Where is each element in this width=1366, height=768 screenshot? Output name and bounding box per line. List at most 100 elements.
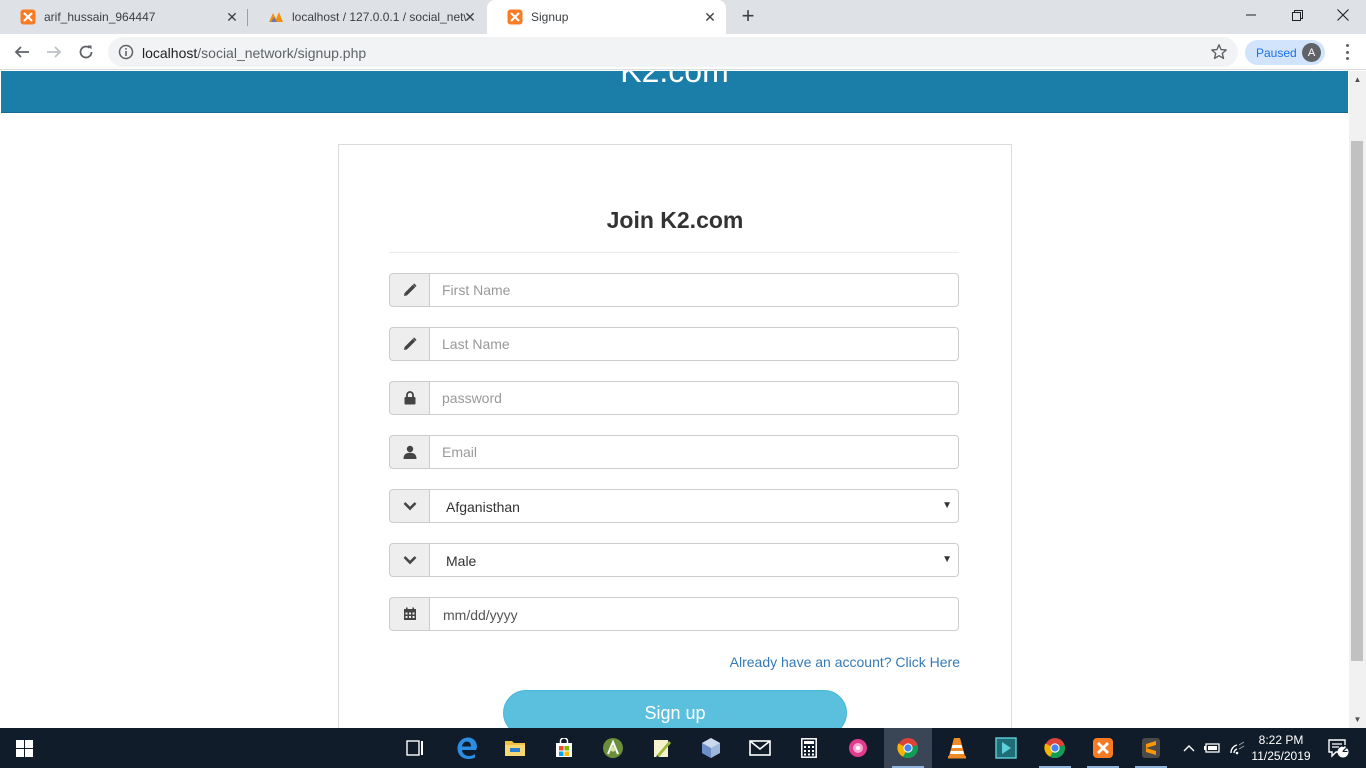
password-group <box>389 381 959 415</box>
url-path: /social_network/signup.php <box>197 45 367 61</box>
browser-toolbar: localhost/social_network/signup.php Paus… <box>0 34 1366 70</box>
system-clock[interactable]: 8:22 PM 11/25/2019 <box>1246 732 1316 764</box>
windows-taskbar: 8:22 PM 11/25/2019 2 <box>0 728 1366 768</box>
restore-icon <box>1291 9 1303 21</box>
signup-panel: Join K2.com First Name Last Name Email A… <box>338 144 1012 728</box>
back-button[interactable] <box>8 38 36 66</box>
sublime-text-icon[interactable] <box>1127 728 1175 768</box>
paint-app-icon[interactable] <box>834 728 882 768</box>
phpmyadmin-icon <box>268 9 284 25</box>
notepad-icon[interactable] <box>638 728 686 768</box>
country-value: Afganisthan <box>446 499 520 515</box>
new-tab-button[interactable]: + <box>736 5 760 29</box>
menu-dots-icon[interactable] <box>1339 42 1355 62</box>
info-icon[interactable] <box>118 44 134 65</box>
dob-input[interactable]: mm/dd/yyyy <box>429 597 959 631</box>
profile-paused-button[interactable]: Paused A <box>1245 40 1325 65</box>
android-studio-icon[interactable] <box>589 728 637 768</box>
dropdown-arrow-icon: ▼ <box>942 554 952 565</box>
first-name-input[interactable] <box>429 273 959 307</box>
chrome-taskbar-icon[interactable] <box>884 728 932 768</box>
wifi-icon[interactable] <box>1226 728 1248 768</box>
site-brand[interactable]: K2.com <box>1 71 1348 90</box>
arrow-right-icon <box>47 46 62 58</box>
gender-group: Male ▼ <box>389 543 959 577</box>
battery-icon[interactable] <box>1201 728 1223 768</box>
last-name-input[interactable] <box>429 327 959 361</box>
url-text: localhost/social_network/signup.php <box>142 45 366 61</box>
minimize-icon <box>1246 14 1256 16</box>
pencil-icon <box>389 273 429 307</box>
notification-count: 2 <box>1342 744 1348 755</box>
avatar: A <box>1302 43 1321 62</box>
tab-arif-hussain[interactable]: arif_hussain_964447 ✕ <box>0 0 248 34</box>
tab-title: Signup <box>531 10 569 24</box>
minimize-button[interactable] <box>1228 0 1274 30</box>
reload-icon <box>79 45 93 59</box>
url-host: localhost <box>142 45 198 61</box>
login-link[interactable]: Already have an account? Click Here <box>730 654 960 670</box>
scroll-down-arrow-icon[interactable]: ▼ <box>1349 711 1366 728</box>
form-heading: Join K2.com <box>606 207 744 233</box>
file-explorer-icon[interactable] <box>491 728 539 768</box>
dob-group: mm/dd/yyyy <box>389 597 959 631</box>
action-center-button[interactable]: 2 <box>1320 728 1356 768</box>
close-icon[interactable]: ✕ <box>702 9 718 25</box>
scroll-up-arrow-icon[interactable]: ▲ <box>1349 71 1366 88</box>
xampp-taskbar-icon[interactable] <box>1079 728 1127 768</box>
email-input[interactable] <box>429 435 959 469</box>
calculator-icon[interactable] <box>785 728 833 768</box>
arrow-left-icon <box>14 46 29 58</box>
xampp-icon <box>20 9 36 25</box>
bookmark-star-icon[interactable] <box>1210 43 1228 66</box>
chevron-down-icon <box>389 489 429 523</box>
address-bar[interactable]: localhost/social_network/signup.php <box>108 37 1238 67</box>
last-name-group <box>389 327 959 361</box>
tab-strip: arif_hussain_964447 ✕ localhost / 127.0.… <box>0 0 1366 34</box>
email-group <box>389 435 959 469</box>
media-player-icon[interactable] <box>982 728 1030 768</box>
dropdown-arrow-icon: ▼ <box>942 500 952 511</box>
pencil-icon <box>389 327 429 361</box>
virtualbox-icon[interactable] <box>687 728 735 768</box>
divider <box>389 252 959 253</box>
start-button[interactable] <box>0 728 48 768</box>
signup-button[interactable]: Sign up <box>503 690 847 728</box>
tab-title: localhost / 127.0.0.1 / social_netw <box>292 10 466 24</box>
xampp-icon <box>507 9 523 25</box>
first-name-group <box>389 273 959 307</box>
task-view-icon[interactable] <box>392 728 440 768</box>
tab-signup[interactable]: Signup ✕ <box>487 0 726 34</box>
close-icon[interactable]: ✕ <box>462 9 478 25</box>
restore-button[interactable] <box>1274 0 1320 30</box>
country-select[interactable]: Afganisthan ▼ <box>429 489 959 523</box>
password-input[interactable] <box>429 381 959 415</box>
chrome-profile-icon[interactable] <box>1031 728 1079 768</box>
edge-browser-icon[interactable] <box>443 728 491 768</box>
calendar-icon <box>389 597 429 631</box>
gender-value: Male <box>446 553 477 569</box>
mail-icon[interactable] <box>736 728 784 768</box>
close-icon <box>1337 9 1349 21</box>
tab-phpmyadmin[interactable]: localhost / 127.0.0.1 / social_netw ✕ <box>248 0 486 34</box>
page-scrollbar[interactable]: ▲ ▼ <box>1349 71 1366 728</box>
profile-status: Paused <box>1256 45 1297 60</box>
forward-button[interactable] <box>40 38 68 66</box>
lock-icon <box>389 381 429 415</box>
reload-button[interactable] <box>72 38 100 66</box>
chevron-down-icon <box>389 543 429 577</box>
clock-date: 11/25/2019 <box>1251 749 1311 763</box>
store-icon[interactable] <box>540 728 588 768</box>
tab-title: arif_hussain_964447 <box>44 10 156 24</box>
tray-expand-icon[interactable] <box>1178 728 1200 768</box>
close-icon[interactable]: ✕ <box>224 9 240 25</box>
clock-time: 8:22 PM <box>1258 733 1304 747</box>
page-viewport: K2.com Join K2.com First Name Last Name … <box>0 71 1349 728</box>
windows-logo-icon <box>15 739 33 757</box>
dob-placeholder: mm/dd/yyyy <box>443 607 518 623</box>
close-window-button[interactable] <box>1320 0 1366 30</box>
vlc-icon[interactable] <box>933 728 981 768</box>
gender-select[interactable]: Male ▼ <box>429 543 959 577</box>
scrollbar-thumb[interactable] <box>1351 141 1363 661</box>
user-icon <box>389 435 429 469</box>
